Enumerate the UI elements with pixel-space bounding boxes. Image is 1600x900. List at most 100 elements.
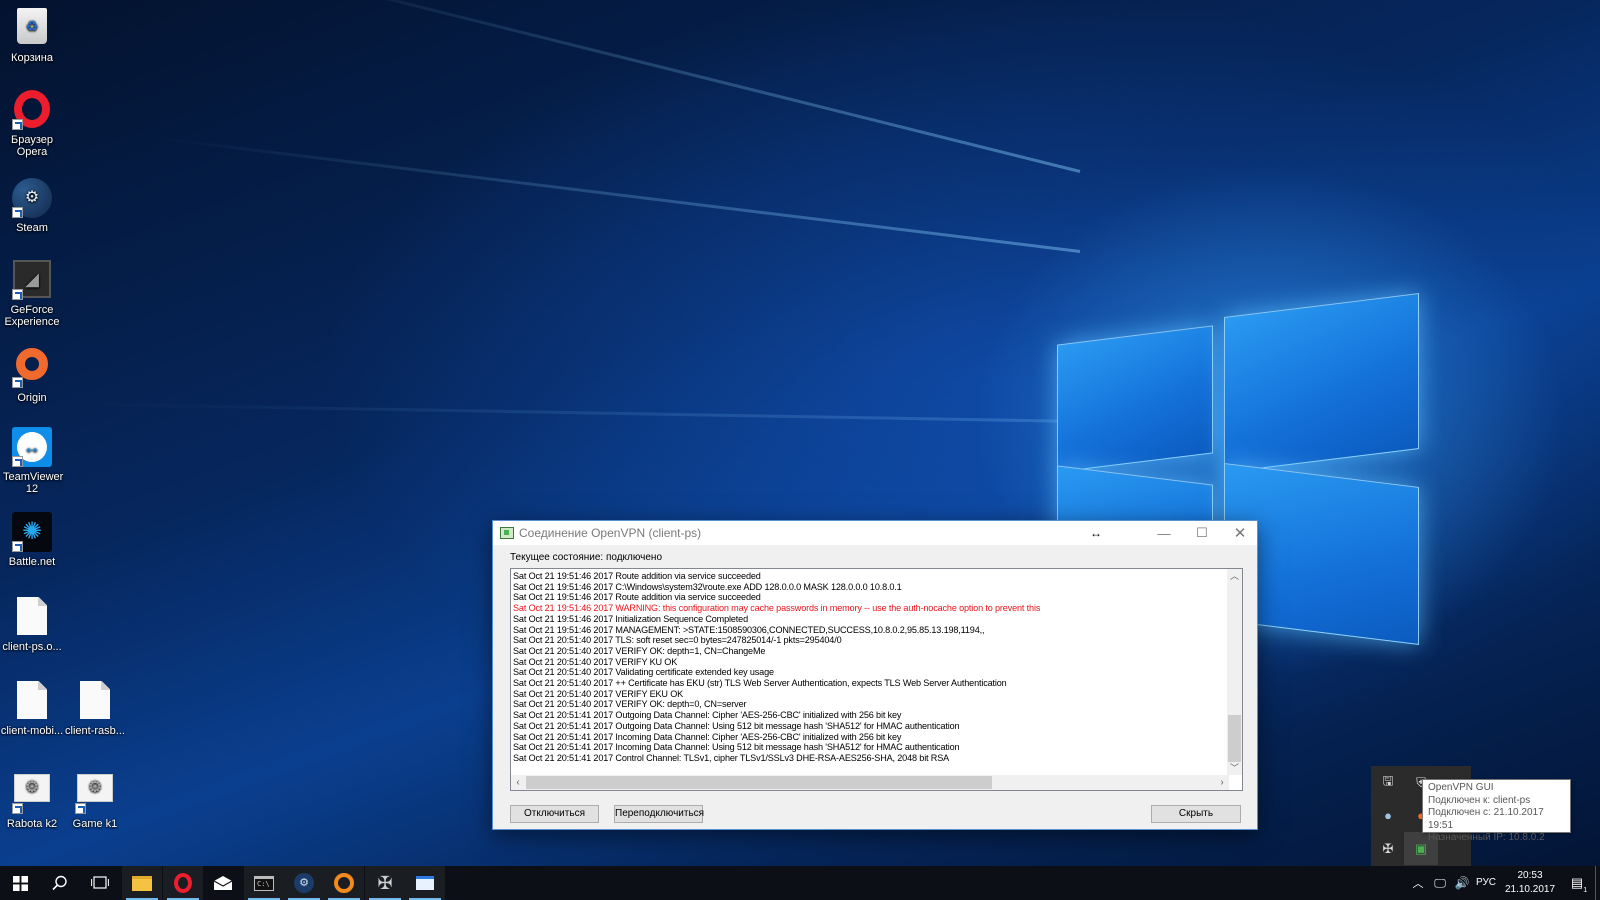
log-line: Sat Oct 21 20:51:41 2017 Outgoing Data C…: [513, 710, 902, 721]
desktop-icon-rabota-k2[interactable]: ⚙ Rabota k2: [0, 768, 64, 830]
maximize-button[interactable]: ☐: [1183, 521, 1221, 545]
log-line: Sat Oct 21 19:51:46 2017 Route addition …: [513, 571, 761, 581]
usb-eject-icon[interactable]: 🖫: [1371, 766, 1405, 799]
desktop-icon-label: Battle.net: [8, 556, 56, 568]
clock-time: 20:53: [1517, 870, 1543, 881]
scroll-down-icon[interactable]: ﹀: [1227, 761, 1242, 775]
desktop-icon-label: Rabota k2: [6, 818, 58, 830]
desktop-icon-battlenet[interactable]: ✺ Battle.net: [0, 512, 64, 568]
desktop-icon-label: client-rasb...: [65, 725, 125, 737]
window-titlebar[interactable]: Соединение OpenVPN (client-ps) ↔ — ☐ ✕: [493, 521, 1257, 545]
language-indicator[interactable]: РУС: [1476, 877, 1496, 888]
desktop-icon-client-mobile[interactable]: client-mobi...: [0, 681, 64, 737]
scrollbar-thumb[interactable]: [526, 776, 992, 789]
wallpaper-light-beam: [156, 136, 1081, 253]
shortcut-arrow-icon: [12, 119, 23, 130]
taskbar-mail[interactable]: [203, 866, 243, 900]
network-tray-icon[interactable]: 🖵: [1428, 866, 1452, 900]
tool-app-icon: ✠: [377, 872, 393, 893]
log-line: Sat Oct 21 19:51:46 2017 Route addition …: [513, 592, 761, 603]
log-line: Sat Oct 21 20:51:40 2017 TLS: soft reset…: [513, 635, 842, 646]
desktop-icon-label: client-mobi...: [0, 725, 64, 737]
show-hidden-icons-button[interactable]: ︿: [1406, 866, 1430, 900]
desktop-icon-steam[interactable]: ⚙ Steam: [0, 178, 64, 234]
horizontal-scrollbar[interactable]: ‹ ›: [511, 775, 1229, 790]
show-desktop-button[interactable]: [1595, 866, 1600, 900]
desktop-icon-origin[interactable]: Origin: [0, 344, 64, 404]
teamviewer-icon: ↔: [12, 427, 52, 467]
desktop-icon-label: Steam: [16, 222, 48, 234]
disconnect-button[interactable]: Отключиться: [510, 805, 599, 823]
action-center-button[interactable]: ▤ 1: [1562, 866, 1592, 900]
taskbar-file-explorer[interactable]: [122, 866, 162, 900]
taskbar-openvpn-window[interactable]: [405, 866, 445, 900]
tooltip-line: OpenVPN GUI: [1428, 782, 1494, 793]
scroll-right-icon[interactable]: ›: [1215, 775, 1229, 790]
scroll-left-icon[interactable]: ‹: [511, 775, 525, 790]
desktop-icon-client-rasb[interactable]: client-rasb...: [63, 681, 127, 737]
clock-date: 21.10.2017: [1504, 884, 1556, 895]
log-line: Sat Oct 21 19:51:46 2017 C:\Windows\syst…: [513, 581, 902, 592]
hide-button[interactable]: Скрыть: [1151, 805, 1241, 823]
openvpn-icon: [500, 527, 514, 539]
reconnect-button[interactable]: Переподключиться: [614, 805, 704, 823]
openvpn-tray-tooltip: OpenVPN GUI Подключен к: client-ps Подкл…: [1422, 779, 1571, 843]
connection-status-label: Текущее состояние: подключено: [510, 552, 663, 563]
file-icon: [75, 681, 115, 721]
file-icon: [12, 597, 52, 637]
wallpaper-light-beam: [80, 402, 1081, 423]
geforce-icon: ◢: [12, 260, 52, 300]
battlenet-icon: ✺: [12, 512, 52, 552]
minimize-button[interactable]: —: [1145, 521, 1183, 545]
log-textarea[interactable]: Sat Oct 21 19:51:46 2017 Route addition …: [510, 568, 1243, 791]
volume-icon: 🔊: [1454, 876, 1470, 890]
desktop-icon-teamviewer[interactable]: ↔ TeamViewer 12: [0, 427, 64, 495]
window-app-icon: [416, 876, 434, 890]
notification-count: 1: [1583, 887, 1588, 894]
battlenet-tool-tray-icon[interactable]: ✠: [1371, 832, 1405, 865]
task-view-icon: [91, 876, 109, 889]
desktop-icon-label: Браузер Opera: [11, 134, 53, 158]
notification-icon: ▤ 1: [1570, 875, 1588, 894]
taskbar-opera[interactable]: [163, 866, 203, 900]
taskbar-steam[interactable]: ⚙: [284, 866, 324, 900]
wallpaper-light-beam: [274, 0, 1081, 173]
volume-tray-icon[interactable]: 🔊: [1450, 866, 1474, 900]
recycle-bin-icon: ♻: [12, 8, 52, 48]
openvpn-connection-window: Соединение OpenVPN (client-ps) ↔ — ☐ ✕ Т…: [492, 520, 1258, 830]
desktop-icon-game-k1[interactable]: ⚙ Game k1: [63, 768, 127, 830]
task-view-button[interactable]: [80, 866, 120, 900]
taskbar: C:\ ⚙ ✠ ︿ 🖵 🔊 РУС 20:53 21.10.2017 ▤ 1: [0, 866, 1600, 900]
shortcut-arrow-icon: [12, 541, 23, 552]
log-line: Sat Oct 21 20:51:40 2017 VERIFY EKU OK: [513, 688, 684, 699]
file-icon: [12, 681, 52, 721]
log-line: Sat Oct 21 19:51:46 2017 Initialization …: [513, 613, 748, 624]
log-line: Sat Oct 21 20:51:40 2017 Validating cert…: [513, 667, 774, 678]
windows-logo-pane: [1224, 293, 1419, 473]
shortcut-arrow-icon: [12, 803, 23, 814]
log-line: Sat Oct 21 20:51:41 2017 Outgoing Data C…: [513, 720, 960, 731]
log-lines: Sat Oct 21 19:51:46 2017 Route addition …: [513, 571, 1040, 764]
taskbar-battlenet-tool[interactable]: ✠: [365, 866, 405, 900]
taskbar-origin[interactable]: [324, 866, 364, 900]
desktop-icon-client-ps[interactable]: client-ps.o...: [0, 597, 64, 653]
desktop-icon-recycle-bin[interactable]: ♻ Корзина: [0, 6, 64, 64]
chevron-up-icon: ︿: [1412, 878, 1424, 890]
clock[interactable]: 20:53 21.10.2017: [1500, 869, 1560, 897]
steam-tray-icon[interactable]: ●: [1371, 799, 1405, 832]
taskbar-cmd[interactable]: C:\: [244, 866, 284, 900]
desktop-icon-label: GeForce Experience: [4, 304, 60, 328]
tooltip-line: Подключен с: 21.10.2017 19:51: [1428, 807, 1544, 831]
desktop-icon-opera[interactable]: Браузер Opera: [0, 90, 64, 158]
start-button[interactable]: [0, 866, 40, 900]
close-button[interactable]: ✕: [1221, 521, 1259, 545]
shortcut-arrow-icon: [12, 207, 23, 218]
search-button[interactable]: [40, 866, 80, 900]
scroll-up-icon[interactable]: ︿: [1227, 569, 1242, 583]
vertical-scrollbar[interactable]: ︿ ﹀: [1227, 569, 1242, 775]
desktop-icon-label: Корзина: [11, 52, 53, 64]
shortcut-arrow-icon: [75, 803, 86, 814]
desktop-icon-geforce[interactable]: ◢ GeForce Experience: [0, 260, 64, 328]
scrollbar-thumb[interactable]: [1228, 715, 1241, 762]
terminal-icon: C:\: [254, 875, 274, 891]
